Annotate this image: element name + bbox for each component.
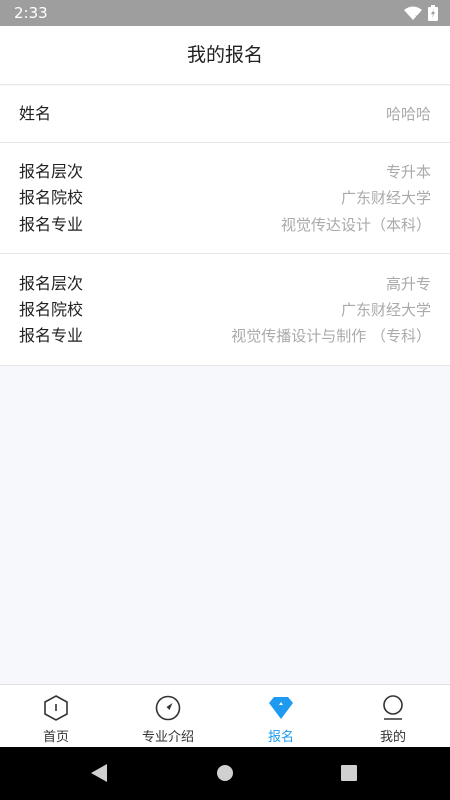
school-label: 报名院校 [19, 188, 84, 207]
school-value: 广东财经大学 [340, 189, 431, 207]
major-row: 报名专业 视觉传播设计与制作 （专科） [0, 323, 450, 349]
school-label: 报名院校 [19, 300, 84, 319]
nav-label-register: 报名 [267, 730, 294, 745]
school-row: 报名院校 广东财经大学 [0, 185, 450, 211]
level-label: 报名层次 [19, 274, 84, 293]
level-row: 报名层次 高升专 [0, 271, 450, 297]
level-value: 专升本 [385, 163, 431, 181]
nav-item-mine[interactable]: 我的 [337, 685, 449, 748]
status-time: 2:33 [14, 4, 48, 22]
header-bar: 我的报名 [0, 26, 450, 85]
registration-card: 报名层次 专升本 报名院校 广东财经大学 报名专业 视觉传达设计（本科） [0, 143, 450, 254]
school-value: 广东财经大学 [340, 301, 431, 319]
name-value: 哈哈哈 [385, 105, 431, 123]
hexagon-home-icon [44, 695, 68, 721]
system-nav-bar [0, 747, 450, 800]
major-label: 报名专业 [19, 326, 84, 345]
status-icons: x [404, 5, 438, 21]
nav-label-majors: 专业介绍 [141, 730, 194, 745]
major-label: 报名专业 [19, 215, 84, 234]
name-row: 姓名 哈哈哈 [0, 101, 450, 127]
status-bar: 2:33 x [0, 0, 450, 26]
diamond-icon [269, 697, 293, 719]
major-value: 视觉传播设计与制作 （专科） [231, 327, 431, 345]
nav-label-home: 首页 [42, 730, 69, 745]
level-label: 报名层次 [19, 162, 84, 181]
recents-square-icon[interactable] [340, 763, 358, 783]
registration-card: 报名层次 高升专 报名院校 广东财经大学 报名专业 视觉传播设计与制作 （专科） [0, 254, 450, 366]
level-row: 报名层次 专升本 [0, 159, 450, 185]
wifi-icon: x [404, 6, 422, 21]
nav-item-majors[interactable]: 专业介绍 [112, 685, 224, 748]
name-label: 姓名 [19, 104, 52, 123]
major-value: 视觉传达设计（本科） [280, 216, 431, 234]
name-section: 姓名 哈哈哈 [0, 86, 450, 143]
profile-icon [383, 695, 403, 720]
compass-icon [155, 695, 181, 721]
school-row: 报名院校 广东财经大学 [0, 297, 450, 323]
battery-icon [428, 5, 438, 21]
nav-label-mine: 我的 [379, 730, 406, 745]
level-value: 高升专 [385, 275, 431, 293]
nav-item-register[interactable]: 报名 [225, 685, 337, 748]
nav-item-home[interactable]: 首页 [0, 685, 112, 748]
major-row: 报名专业 视觉传达设计（本科） [0, 212, 450, 238]
bottom-nav: 首页 专业介绍 报名 我的 [0, 684, 450, 747]
back-icon[interactable] [90, 763, 108, 783]
svg-text:x: x [415, 13, 420, 21]
home-circle-icon[interactable] [216, 763, 234, 783]
page-title: 我的报名 [186, 44, 263, 66]
